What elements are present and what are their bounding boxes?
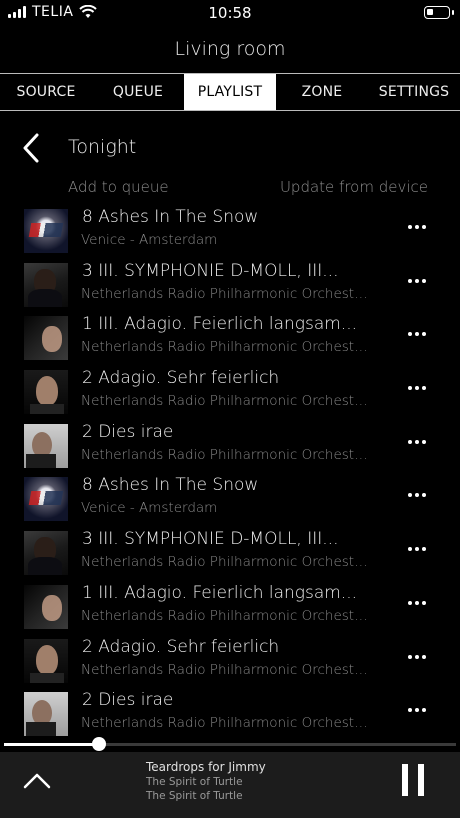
more-options-icon[interactable]	[408, 705, 428, 715]
track-row[interactable]: 2 Adagio. Sehr feierlich Netherlands Radi…	[0, 365, 460, 419]
tab-playlist[interactable]: PLAYLIST	[184, 74, 276, 110]
album-art	[24, 692, 68, 737]
track-title: 1 III. Adagio. Feierlich langsam...	[82, 314, 358, 335]
tab-bar: SOURCE QUEUE PLAYLIST ZONE SETTINGS	[0, 73, 460, 111]
track-title: 8 Ashes In The Snow	[82, 475, 259, 496]
track-artist: Netherlands Radio Philharmonic Orchestr.…	[81, 554, 371, 571]
more-options-icon[interactable]	[408, 652, 428, 662]
track-artist: Netherlands Radio Philharmonic Orchestr.…	[81, 393, 371, 410]
album-art	[24, 531, 68, 576]
track-row[interactable]: 1 III. Adagio. Feierlich langsam... Nethe…	[0, 311, 460, 365]
track-title: 8 Ashes In The Snow	[82, 207, 259, 227]
album-art	[24, 423, 68, 468]
track-list: 8 Ashes In The Snow Venice - Amsterdam 3 I…	[0, 204, 460, 741]
tab-zone[interactable]: ZONE	[276, 74, 368, 110]
tab-settings[interactable]: SETTINGS	[368, 74, 460, 110]
progress-knob[interactable]	[91, 737, 106, 751]
track-title: 1 III. Adagio. Feierlich langsam...	[82, 582, 358, 603]
tab-source[interactable]: SOURCE	[0, 74, 92, 110]
clock: 10:58	[208, 4, 252, 22]
status-bar: TELIA 10:58	[0, 0, 460, 26]
track-row[interactable]: 1 III. Adagio. Feierlich langsam... Nethe…	[0, 580, 460, 634]
track-row[interactable]: 2 Dies irae Netherlands Radio Philharmoni…	[0, 419, 460, 473]
battery-icon	[424, 6, 454, 19]
album-art	[24, 209, 68, 253]
add-to-queue-button[interactable]: Add to queue	[68, 178, 169, 196]
track-artist: Netherlands Radio Philharmonic Orchestr.…	[81, 661, 371, 678]
more-options-icon[interactable]	[408, 276, 428, 286]
more-options-icon[interactable]	[408, 222, 428, 232]
track-artist: Netherlands Radio Philharmonic Orchestr.…	[81, 607, 371, 624]
pause-icon[interactable]	[400, 764, 426, 798]
track-row[interactable]: 3 III. SYMPHONIE D-MOLL, III... Netherlan…	[0, 526, 460, 580]
track-artist: Venice - Amsterdam	[81, 500, 218, 517]
now-playing-title: Teardrops for Jimmy	[146, 760, 266, 774]
progress-fill	[4, 743, 99, 746]
more-options-icon[interactable]	[408, 383, 428, 393]
now-playing-bar[interactable]: Teardrops for Jimmy The Spirit of Turtle…	[0, 752, 460, 818]
more-options-icon[interactable]	[408, 598, 428, 608]
track-title: 2 Dies irae	[82, 690, 174, 711]
album-art	[24, 370, 68, 415]
track-row[interactable]: 3 III. SYMPHONIE D-MOLL, III... Netherlan…	[0, 258, 460, 312]
playlist-title: Tonight	[68, 136, 137, 158]
track-artist: Netherlands Radio Philharmonic Orchestr.…	[81, 339, 371, 356]
now-playing-artist: The Spirit of Turtle	[146, 776, 243, 788]
more-options-icon[interactable]	[408, 329, 428, 339]
back-chevron-icon[interactable]	[20, 132, 42, 164]
track-artist: Venice - Amsterdam	[81, 232, 218, 248]
track-title: 2 Adagio. Sehr feierlich	[82, 368, 280, 389]
album-art	[24, 316, 68, 361]
update-from-device-button[interactable]: Update from device	[280, 178, 428, 196]
more-options-icon[interactable]	[408, 544, 428, 554]
track-row[interactable]: 8 Ashes In The Snow Venice - Amsterdam	[0, 204, 460, 258]
more-options-icon[interactable]	[408, 437, 428, 447]
album-art	[24, 638, 68, 683]
track-title: 3 III. SYMPHONIE D-MOLL, III...	[82, 260, 339, 281]
track-artist: Netherlands Radio Philharmonic Orchestr.…	[81, 285, 371, 302]
now-playing-album: The Spirit of Turtle	[146, 790, 243, 802]
album-art	[24, 477, 68, 522]
track-row[interactable]: 2 Dies irae Netherlands Radio Philharmoni…	[0, 687, 460, 741]
track-artist: Netherlands Radio Philharmonic Orchestr.…	[81, 715, 371, 732]
album-art	[24, 584, 68, 629]
track-artist: Netherlands Radio Philharmonic Orchestr.…	[81, 446, 371, 463]
track-title: 3 III. SYMPHONIE D-MOLL, III...	[82, 529, 339, 550]
album-art	[24, 262, 68, 307]
progress-slider[interactable]	[4, 737, 456, 751]
track-title: 2 Adagio. Sehr feierlich	[82, 636, 280, 657]
room-title: Living room	[174, 38, 286, 60]
tab-queue[interactable]: QUEUE	[92, 74, 184, 110]
track-row[interactable]: 8 Ashes In The Snow Venice - Amsterdam	[0, 472, 460, 526]
track-title: 2 Dies irae	[82, 421, 174, 442]
track-row[interactable]: 2 Adagio. Sehr feierlich Netherlands Radi…	[0, 634, 460, 688]
more-options-icon[interactable]	[408, 490, 428, 500]
chevron-up-icon[interactable]	[22, 770, 52, 790]
